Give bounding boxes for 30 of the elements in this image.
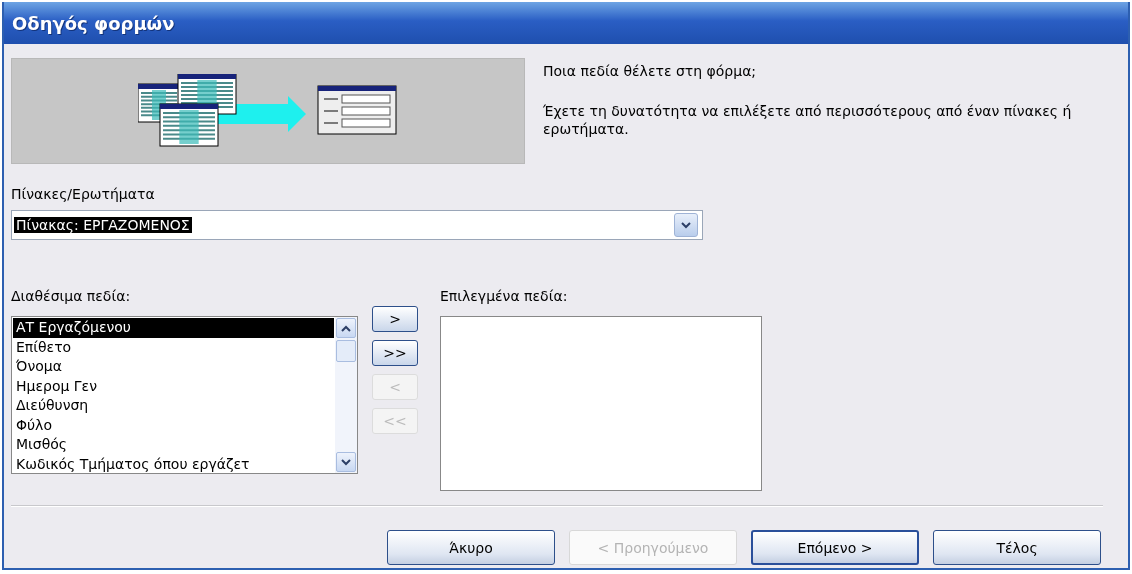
selected-fields-label: Επιλεγμένα πεδία: [440,288,568,304]
chevron-down-icon [341,458,351,466]
wizard-button[interactable]: Άκυρο [387,530,555,565]
field-item[interactable]: Ημερομ Γεν [13,376,334,396]
hint-text: Έχετε τη δυνατότητα να επιλέξετε από περισσότερους από έναν πίνακες ή ερωτήματα. [543,102,1073,138]
field-item[interactable]: ΑΤ Εργαζόμενου [13,318,334,338]
tables-dropdown[interactable]: Πίνακας: ΕΡΓΑΖΟΜΕΝΟΣ [11,210,703,240]
dropdown-button[interactable] [674,213,698,237]
selected-fields-list[interactable] [440,316,762,491]
move-button[interactable]: >> [372,340,418,366]
dropdown-value: Πίνακας: ΕΡΓΑΖΟΜΕΝΟΣ [14,217,192,233]
field-item[interactable]: Κωδικός Τμήματος όπου εργάζετ [13,454,334,474]
wizard-button[interactable]: Επόμενο > [751,530,919,565]
scroll-up-button[interactable] [336,318,356,338]
scroll-thumb[interactable] [336,340,356,362]
available-fields-label: Διαθέσιμα πεδία: [11,288,131,304]
chevron-up-icon [341,324,351,332]
move-button[interactable]: > [372,306,418,332]
field-item[interactable]: Επίθετο [13,337,334,357]
wizard-button[interactable]: Τέλος [933,530,1101,565]
field-item[interactable]: Μισθός [13,435,334,455]
field-item[interactable]: Διεύθυνση [13,396,334,416]
window-title: Οδηγός φορμών [12,12,175,34]
available-fields-list[interactable]: ΑΤ Εργαζόμενου Επίθετο Όνομα Ημερομ Γεν Διεύθυνση Φύλο Μισθός Κωδικός Τμήματος όπου εργάζετ [11,316,358,474]
question-text: Ποια πεδία θέλετε στη φόρμα; [543,62,758,80]
field-item[interactable]: Όνομα [13,357,334,377]
field-item[interactable]: Φύλο [13,415,334,435]
tables-label: Πίνακες/Ερωτήματα [11,186,155,202]
chevron-down-icon [681,221,691,229]
scroll-down-button[interactable] [336,452,356,472]
